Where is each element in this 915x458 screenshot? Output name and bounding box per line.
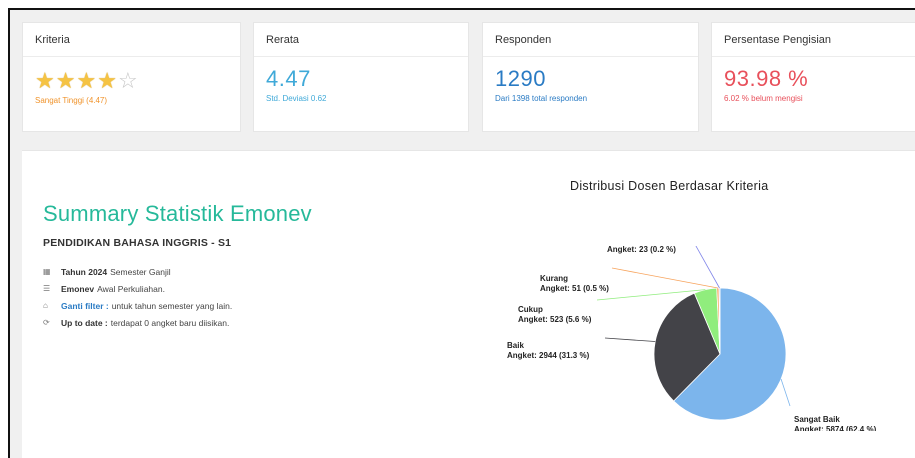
home-icon: ⌂ [43,301,48,310]
program-name: PENDIDIKAN BAHASA INGGRIS - S1 [43,237,232,249]
pie-label-value: Angket: 2944 (31.3 %) [507,351,590,360]
pie-connector [780,378,791,407]
info-filter: ⌂ Ganti filter : untuk tahun semester ya… [43,297,232,314]
respondent-count: 1290 [495,66,546,91]
average-value: 4.47 [266,66,311,91]
criteria-card: Kriteria ★ ★ ★ ★ ☆ Sangat Tinggi (4.47) [22,22,241,132]
percentage-card: Persentase Pengisian 93.98 % 6.02 % belu… [711,22,915,132]
fill-percentage: 93.98 % [724,66,809,91]
star-rating: ★ ★ ★ ★ ☆ [35,69,228,93]
pie-label-name: Kurang [540,274,568,283]
summary-panel: Summary Statistik Emonev PENDIDIKAN BAHA… [22,150,915,458]
criteria-label: Sangat Tinggi (4.47) [35,96,108,105]
list-icon: ☰ [43,284,51,293]
chart-title: Distribusi Dosen Berdasar Kriteria [570,179,769,193]
change-filter-link[interactable]: Ganti filter : [61,301,109,311]
filter-text: untuk tahun semester yang lain. [111,300,233,311]
summary-info-list: ▦ Tahun 2024 Semester Ganjil ☰ Emonev Aw… [43,263,232,331]
pie-label-value: Angket: 5874 (62.4 %) [794,425,877,431]
emonev-text: Awal Perkuliahan. [97,283,165,294]
refresh-icon: ⟳ [43,318,50,327]
semester-text: Semester Ganjil [110,266,171,277]
pie-connector [604,337,656,342]
std-deviation: Std. Deviasi 0.62 [266,94,327,103]
card-header: Persentase Pengisian [712,23,915,57]
info-uptodate: ⟳ Up to date : terdapat 0 angket baru di… [43,314,232,331]
star-full-icon: ★ [97,68,117,93]
info-emonev: ☰ Emonev Awal Perkuliahan. [43,280,232,297]
star-full-icon: ★ [35,68,55,93]
pie-label-value: Angket: 523 (5.6 %) [518,315,592,324]
pie-label-value: Angket: 51 (0.5 %) [540,284,609,293]
average-card: Rerata 4.47 Std. Deviasi 0.62 [253,22,469,132]
star-empty-icon: ☆ [117,68,138,93]
pie-connector [611,267,718,289]
pie-connector [695,246,720,289]
pie-label-name: Baik [507,341,524,350]
not-filled-percentage: 6.02 % belum mengisi [724,94,803,103]
card-header: Rerata [254,23,468,57]
year-label: Tahun 2024 [61,266,108,277]
uptodate-text: terdapat 0 angket baru diisikan. [110,317,230,328]
dashboard-frame: Kriteria ★ ★ ★ ★ ☆ Sangat Tinggi (4.47) … [8,8,915,458]
pie-label-name: Cukup [518,305,543,314]
card-header: Responden [483,23,698,57]
summary-title: Summary Statistik Emonev [43,201,312,226]
calendar-icon: ▦ [43,267,51,276]
star-full-icon: ★ [76,68,97,93]
pie-chart: Sangat BaikAngket: 5874 (62.4 %)BaikAngk… [507,246,877,431]
uptodate-label: Up to date : [61,317,108,328]
pie-label-name: Sangat Baik [794,415,840,424]
info-year: ▦ Tahun 2024 Semester Ganjil [43,263,232,280]
respondent-card: Responden 1290 Dari 1398 total responden [482,22,699,132]
pie-label-value: Angket: 23 (0.2 %) [607,246,676,254]
card-header: Kriteria [23,23,240,57]
respondent-total: Dari 1398 total responden [495,94,588,103]
emonev-label: Emonev [61,283,95,294]
star-full-icon: ★ [55,68,76,93]
